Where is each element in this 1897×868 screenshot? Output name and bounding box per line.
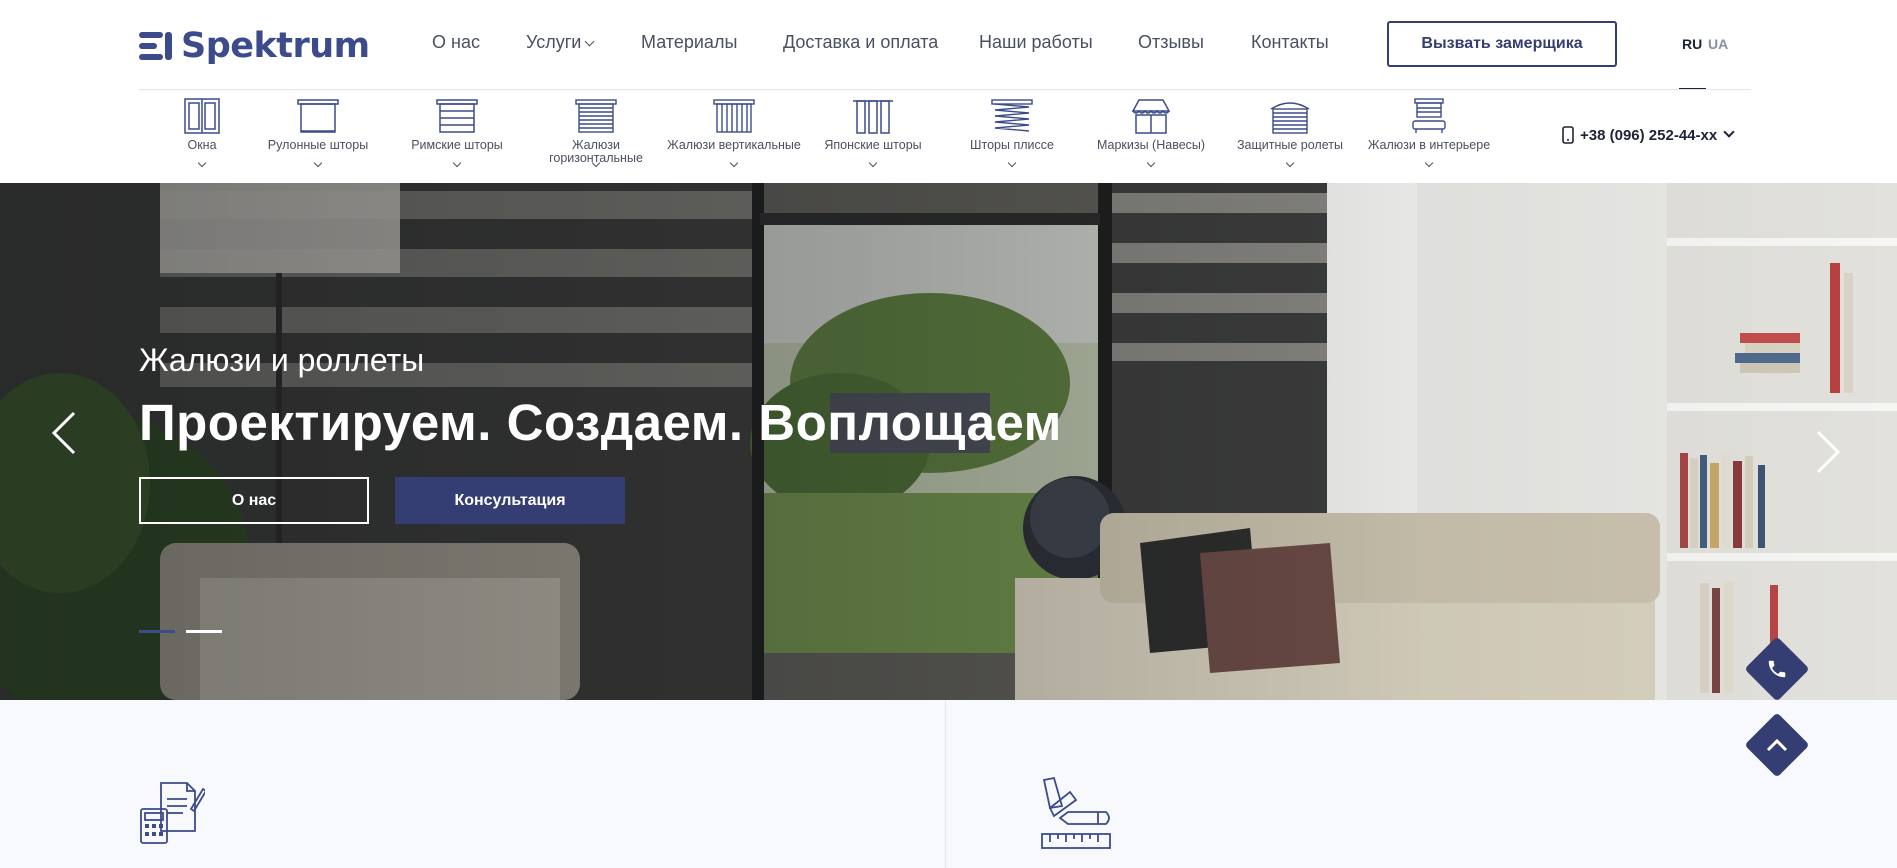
pleated-blind-icon — [991, 99, 1033, 132]
hero-slider: Жалюзи и роллеты Проектируем. Создаем. В… — [0, 183, 1897, 700]
logo-text: Spektrum — [181, 26, 370, 66]
category-roman-blinds[interactable]: Римские шторы — [387, 97, 527, 171]
slider-dot-1[interactable] — [139, 630, 175, 633]
mobile-phone-icon — [1562, 126, 1574, 144]
roller-blind-icon — [297, 99, 339, 133]
about-button[interactable]: О нас — [139, 477, 369, 524]
category-japanese-panels[interactable]: Японские шторы — [803, 97, 943, 171]
features-section — [0, 700, 1897, 868]
chevron-down-icon — [584, 36, 595, 47]
category-horizontal-blinds[interactable]: Жалюзи горизонтальные — [526, 97, 666, 171]
nav-item-contacts[interactable]: Контакты — [1251, 32, 1329, 53]
call-back-button[interactable] — [1744, 636, 1810, 702]
category-interior[interactable]: Жалюзи в интерьере — [1359, 97, 1499, 171]
slider-dot-2[interactable] — [186, 630, 222, 633]
call-measurer-button[interactable]: Вызвать замерщика — [1387, 21, 1617, 67]
nav-item-about[interactable]: О нас — [432, 32, 480, 53]
nav-item-delivery[interactable]: Доставка и оплата — [783, 32, 938, 53]
slider-dots — [139, 630, 233, 633]
interior-icon — [1412, 98, 1446, 133]
window-icon — [184, 98, 220, 134]
lang-ua[interactable]: UA — [1708, 36, 1728, 52]
nav-item-services-label: Услуги — [526, 32, 582, 52]
hero-subtitle: Жалюзи и роллеты — [139, 342, 425, 378]
category-awnings[interactable]: Маркизы (Навесы) — [1081, 97, 1221, 171]
category-pleated-blinds[interactable]: Шторы плиссе — [942, 97, 1082, 171]
chevron-left-icon — [51, 411, 76, 455]
nav-item-services[interactable]: Услуги — [526, 32, 595, 53]
phone-dropdown[interactable]: +38 (096) 252-44-xx — [1562, 126, 1735, 144]
chevron-right-icon — [1816, 430, 1841, 474]
category-vertical-blinds[interactable]: Жалюзи вертикальные — [664, 97, 804, 171]
logo[interactable]: Spektrum — [139, 26, 370, 66]
lang-ru[interactable]: RU — [1682, 36, 1702, 52]
slider-next-arrow[interactable] — [1812, 430, 1842, 474]
horizontal-blinds-icon — [575, 99, 617, 133]
awning-icon — [1131, 99, 1171, 134]
slider-prev-arrow[interactable] — [50, 411, 80, 455]
design-tools-icon — [1041, 776, 1111, 849]
nav-item-reviews[interactable]: Отзывы — [1138, 32, 1204, 53]
roman-blind-icon — [436, 99, 478, 133]
chevron-up-icon — [1766, 738, 1788, 752]
documents-calculator-icon — [140, 782, 205, 844]
scroll-to-top-button[interactable] — [1744, 712, 1810, 778]
header-divider — [139, 89, 1751, 90]
hero-title: Проектируем. Создаем. Воплощаем — [139, 394, 1062, 451]
nav-item-materials[interactable]: Материалы — [641, 32, 737, 53]
features-divider — [945, 700, 946, 868]
phone-icon — [1768, 660, 1786, 678]
phone-number: +38 (096) 252-44-xx — [1580, 126, 1718, 144]
logo-mark-icon — [139, 29, 177, 63]
vertical-blinds-icon — [713, 99, 755, 133]
japanese-panel-icon — [853, 100, 893, 134]
nav-item-works[interactable]: Наши работы — [979, 32, 1093, 53]
chevron-down-icon — [1723, 126, 1735, 138]
category-roller-blinds[interactable]: Рулонные шторы — [248, 97, 388, 171]
site-header: Spektrum О нас Услуги Материалы Доставка… — [0, 0, 1897, 183]
consultation-button[interactable]: Консультация — [395, 477, 625, 524]
shutter-icon — [1270, 102, 1310, 134]
category-shutters[interactable]: Защитные ролеты — [1220, 97, 1360, 171]
